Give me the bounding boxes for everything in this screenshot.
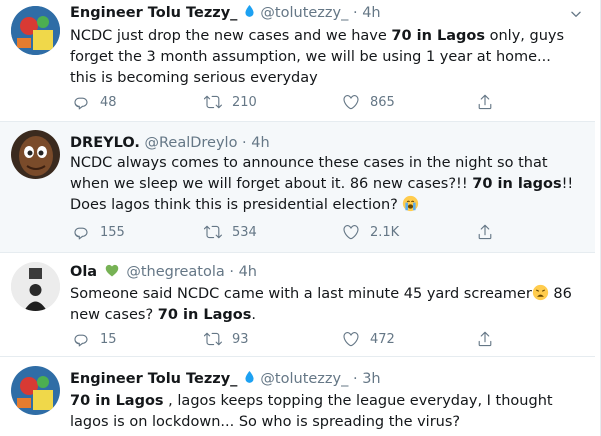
- avatar-image-icon: [11, 130, 60, 179]
- display-name[interactable]: Engineer Tolu Tezzy_: [70, 5, 237, 21]
- timestamp[interactable]: 3h: [362, 371, 380, 387]
- user-handle[interactable]: @tolutezzy_: [260, 5, 348, 21]
- share-icon: [476, 223, 494, 241]
- retweet-icon: [204, 330, 222, 348]
- reply-button[interactable]: 15: [72, 329, 117, 349]
- reply-icon: [72, 93, 90, 111]
- avatar[interactable]: [11, 366, 60, 415]
- like-count: 472: [370, 331, 395, 347]
- reply-count: 15: [100, 331, 117, 347]
- tweet[interactable]: Engineer Tolu Tezzy_ @tolutezzy_ · 4h NCD…: [0, 0, 595, 122]
- tweet[interactable]: DREYLO. @RealDreylo · 4h NCDC always com…: [0, 122, 595, 253]
- tweet[interactable]: Ola @thegreatola · 4h Someone said NCDC …: [0, 253, 595, 357]
- avatar[interactable]: [11, 130, 60, 179]
- text-highlight: 70 in Lagos: [157, 307, 252, 323]
- retweet-count: 93: [232, 331, 249, 347]
- display-name[interactable]: Engineer Tolu Tezzy_: [70, 371, 237, 387]
- separator-dot: ·: [352, 371, 358, 387]
- text-segment: Someone said NCDC came with a last minut…: [70, 286, 532, 302]
- reply-icon: [72, 330, 90, 348]
- reply-icon: [72, 223, 90, 241]
- retweet-count: 210: [232, 94, 257, 110]
- separator-dot: ·: [229, 264, 234, 280]
- text-highlight: 70 in Lagos: [70, 393, 164, 409]
- crying-face-emoji-icon: [403, 195, 419, 212]
- timestamp[interactable]: 4h: [239, 264, 257, 280]
- share-button[interactable]: [476, 329, 494, 349]
- retweet-count: 534: [232, 224, 257, 240]
- display-name[interactable]: Ola: [70, 264, 97, 280]
- like-count: 865: [370, 94, 395, 110]
- share-button[interactable]: [476, 222, 494, 242]
- verified-icon: [242, 4, 257, 19]
- tweet[interactable]: Engineer Tolu Tezzy_ @tolutezzy_ · 3h 70 …: [0, 357, 595, 436]
- separator-dot: ·: [242, 135, 247, 151]
- weary-face-emoji-icon: [532, 284, 548, 301]
- reply-count: 155: [100, 224, 125, 240]
- tweet-text: NCDC just drop the new cases and we have…: [70, 26, 577, 89]
- timestamp[interactable]: 4h: [362, 5, 380, 21]
- tweet-feed: Engineer Tolu Tezzy_ @tolutezzy_ · 4h NCD…: [0, 0, 601, 436]
- avatar-image-icon: [11, 366, 60, 415]
- tweet-header: Engineer Tolu Tezzy_ @tolutezzy_ · 4h: [70, 4, 565, 23]
- share-icon: [476, 330, 494, 348]
- avatar-image-icon: [11, 262, 60, 311]
- green-heart-icon: [105, 264, 118, 277]
- retweet-icon: [204, 223, 222, 241]
- tweet-actions: 15 93 472: [72, 329, 502, 349]
- text-segment: NCDC just drop the new cases and we have: [70, 28, 392, 44]
- like-count: 2.1K: [370, 224, 400, 240]
- retweet-button[interactable]: 93: [204, 329, 249, 349]
- text-highlight: 70 in lagos: [472, 176, 562, 192]
- reply-button[interactable]: 48: [72, 92, 117, 112]
- display-name[interactable]: DREYLO.: [70, 135, 140, 151]
- tweet-text: NCDC always comes to announce these case…: [70, 153, 577, 216]
- tweet-text: 70 in Lagos , lagos keeps topping the le…: [70, 391, 577, 433]
- retweet-button[interactable]: 210: [204, 92, 257, 112]
- reply-count: 48: [100, 94, 117, 110]
- avatar-image-icon: [11, 6, 60, 55]
- avatar[interactable]: [11, 262, 60, 311]
- like-icon: [342, 330, 360, 348]
- tweet-header: DREYLO. @RealDreylo · 4h: [70, 134, 565, 153]
- like-button[interactable]: 2.1K: [342, 222, 399, 242]
- retweet-button[interactable]: 534: [204, 222, 257, 242]
- like-icon: [342, 93, 360, 111]
- user-handle[interactable]: @thegreatola: [126, 264, 224, 280]
- retweet-icon: [204, 93, 222, 111]
- user-handle[interactable]: @RealDreylo: [144, 135, 237, 151]
- tweet-header: Engineer Tolu Tezzy_ @tolutezzy_ · 3h: [70, 370, 565, 389]
- user-handle[interactable]: @tolutezzy_: [260, 371, 348, 387]
- tweet-actions: 155 534 2.1K: [72, 222, 502, 242]
- like-button[interactable]: 865: [342, 92, 395, 112]
- reply-button[interactable]: 155: [72, 222, 125, 242]
- timestamp[interactable]: 4h: [251, 135, 269, 151]
- tweet-actions: 48 210 865: [72, 92, 502, 112]
- chevron-down-icon[interactable]: [569, 7, 583, 21]
- text-segment: .: [251, 307, 256, 323]
- separator-dot: ·: [352, 5, 358, 21]
- verified-icon: [242, 370, 257, 385]
- avatar[interactable]: [11, 6, 60, 55]
- like-button[interactable]: 472: [342, 329, 395, 349]
- tweet-header: Ola @thegreatola · 4h: [70, 263, 565, 282]
- tweet-text: Someone said NCDC came with a last minut…: [70, 284, 577, 326]
- share-icon: [476, 93, 494, 111]
- like-icon: [342, 223, 360, 241]
- share-button[interactable]: [476, 92, 494, 112]
- text-highlight: 70 in Lagos: [391, 28, 485, 44]
